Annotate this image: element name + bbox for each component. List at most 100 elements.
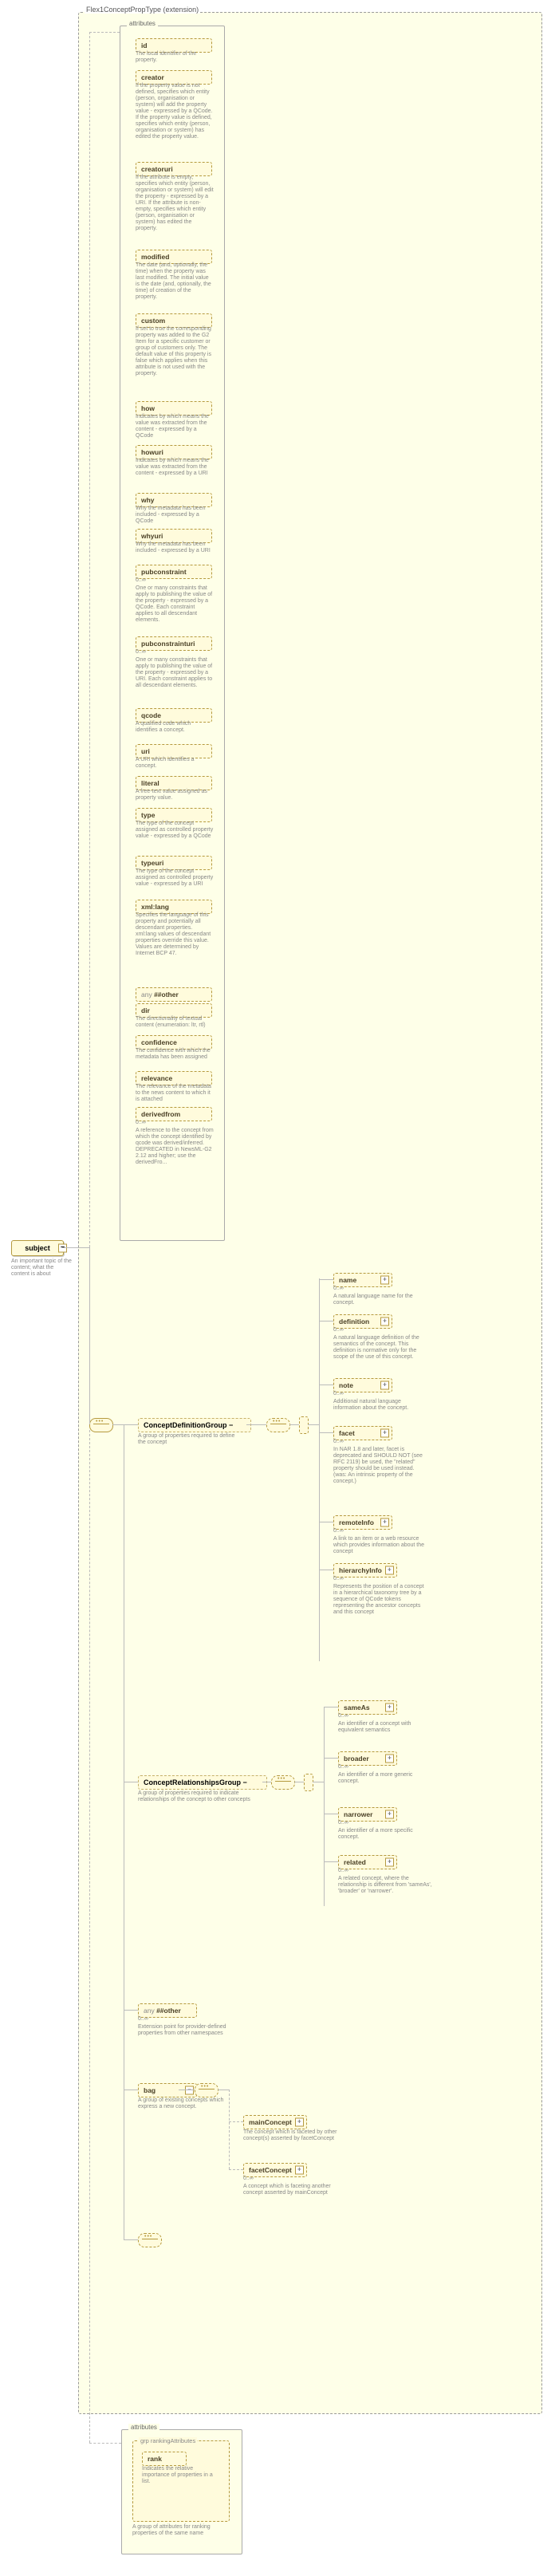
facetconcept-desc: A concept which is faceting another conc… — [243, 2184, 339, 2196]
desc: Represents the position of a concept in … — [333, 1584, 429, 1616]
expand-icon[interactable]: + — [385, 1704, 394, 1712]
frame-title: Flex1ConceptPropType (extension) — [85, 6, 200, 14]
card: 0..∞ — [338, 1764, 348, 1770]
connector — [89, 2443, 121, 2444]
connector — [324, 1758, 338, 1759]
sequence-icon — [266, 1418, 290, 1432]
desc: An identifier of a more specific concept… — [338, 1828, 434, 1841]
other-card: 0..∞ — [138, 2016, 148, 2022]
card: 0..∞ — [333, 1528, 344, 1534]
desc: A natural language name for the concept. — [333, 1294, 429, 1306]
connector — [308, 1424, 319, 1425]
attr-any---other[interactable]: any ##other — [136, 987, 212, 1002]
expand-icon[interactable]: + — [380, 1381, 389, 1390]
card: 0..∞ — [338, 1820, 348, 1826]
attr-desc: Indicates by which means the value was e… — [136, 414, 214, 439]
mainconcept-label: mainConcept — [249, 2118, 292, 2126]
sequence-icon — [138, 2233, 162, 2247]
connector — [89, 1247, 90, 1424]
attr-desc: Why the metadata has been included - exp… — [136, 542, 214, 554]
bag-desc: A group of existing concepts which expre… — [138, 2097, 226, 2110]
connector — [124, 2239, 138, 2240]
attr-card: 0..∞ — [136, 577, 146, 583]
card: 0..∞ — [333, 1327, 344, 1333]
desc: In NAR 1.8 and later, facet is deprecate… — [333, 1447, 429, 1485]
desc: A link to an item or a web resource whic… — [333, 1536, 429, 1555]
expand-icon[interactable]: + — [380, 1276, 389, 1285]
expand-icon[interactable]: + — [385, 1858, 394, 1867]
expand-icon[interactable]: + — [385, 1810, 394, 1819]
connector — [229, 2090, 230, 2169]
attr-desc: If the attribute is empty, specifies whi… — [136, 175, 214, 232]
rank-attribute[interactable]: rank — [142, 2452, 187, 2466]
expand-icon[interactable]: + — [295, 2166, 304, 2175]
attr-card: 0..∞ — [136, 649, 146, 655]
card: 0..∞ — [338, 1713, 348, 1719]
connector — [89, 1430, 90, 2443]
connector — [124, 2010, 138, 2011]
expand-icon[interactable]: + — [380, 1518, 389, 1527]
sequence-icon — [195, 2083, 218, 2097]
ranking-grp-desc: A group of attributes for ranking proper… — [132, 2524, 236, 2537]
collapse-icon[interactable]: − — [229, 1421, 233, 1429]
attr-desc: The confidence with which the metadata h… — [136, 1048, 214, 1061]
ranking-grp-label: grp rankingAttributes — [139, 2437, 197, 2444]
crg-desc: A group of properties required to indica… — [138, 1790, 251, 1803]
concept-relationships-group[interactable]: ConceptRelationshipsGroup − — [138, 1775, 267, 1790]
sequence-icon — [89, 1418, 113, 1432]
collapse-icon[interactable]: − — [58, 1244, 67, 1253]
connector — [246, 1424, 266, 1425]
facetconcept-card: 0..∞ — [243, 2176, 254, 2181]
desc: Additional natural language information … — [333, 1399, 429, 1412]
connector — [62, 1247, 90, 1248]
connector — [89, 32, 90, 1247]
expand-icon[interactable]: + — [380, 1429, 389, 1438]
crg-label: ConceptRelationshipsGroup — [144, 1778, 241, 1786]
expand-icon[interactable]: + — [380, 1318, 389, 1326]
mainconcept-desc: The concept which is faceted by other co… — [243, 2129, 339, 2142]
attr-desc: A free-text value assigned as property v… — [136, 789, 214, 802]
concept-definition-group[interactable]: ConceptDefinitionGroup − — [138, 1418, 251, 1432]
main-concept-element[interactable]: mainConcept + — [243, 2115, 307, 2129]
attributes-label: attributes — [128, 2424, 159, 2431]
connector — [112, 1424, 124, 1425]
attr-derivedfrom[interactable]: derivedfrom — [136, 1107, 212, 1121]
connector — [229, 2121, 243, 2123]
card: 0..∞ — [333, 1286, 344, 1291]
attr-desc: The local identifier of the property. — [136, 51, 214, 64]
rank-label: rank — [148, 2455, 162, 2463]
expand-icon[interactable]: + — [385, 1566, 394, 1575]
attr-pubconstraint[interactable]: pubconstraint — [136, 565, 212, 579]
attr-desc: Why the metadata has been included - exp… — [136, 506, 214, 525]
attr-desc: The directionality of textual content (e… — [136, 1016, 214, 1029]
attr-desc: A reference to the concept from which th… — [136, 1128, 214, 1166]
attr-desc: A qualified code which identifies a conc… — [136, 721, 214, 734]
attr-desc: One or many constraints that apply to pu… — [136, 585, 214, 624]
attr-desc: The date (and, optionally, the time) whe… — [136, 262, 214, 301]
connector — [319, 1279, 333, 1280]
rank-desc: Indicates the relative importance of pro… — [142, 2466, 222, 2485]
subject-label: subject — [25, 1244, 50, 1252]
attr-desc: If the property value is not defined, sp… — [136, 83, 214, 140]
desc: A natural language definition of the sem… — [333, 1335, 429, 1361]
connector — [324, 1861, 338, 1862]
choice-icon — [299, 1416, 309, 1434]
desc: A related concept, where the relationshi… — [338, 1876, 434, 1895]
attr-card: 0..∞ — [136, 1120, 146, 1125]
bag-element[interactable]: bag − — [138, 2083, 197, 2097]
attributes-label: attributes — [127, 20, 158, 27]
subject-desc: An important topic of the content; what … — [11, 1258, 72, 1278]
attr-pubconstrainturi[interactable]: pubconstrainturi — [136, 636, 212, 651]
attr-desc: One or many constraints that apply to pu… — [136, 657, 214, 689]
expand-icon[interactable]: + — [385, 1755, 394, 1763]
expand-icon[interactable]: + — [295, 2118, 304, 2127]
bag-label: bag — [144, 2086, 155, 2094]
connector — [89, 32, 120, 33]
sequence-icon — [271, 1775, 295, 1790]
card: 0..∞ — [333, 1391, 344, 1396]
collapse-icon[interactable]: − — [243, 1778, 247, 1786]
subject-element[interactable]: subject − — [11, 1240, 64, 1256]
collapse-icon[interactable]: − — [185, 2086, 194, 2095]
cdg-desc: A group of properties required to define… — [138, 1433, 242, 1446]
other-desc: Extension point for provider-defined pro… — [138, 2024, 234, 2037]
